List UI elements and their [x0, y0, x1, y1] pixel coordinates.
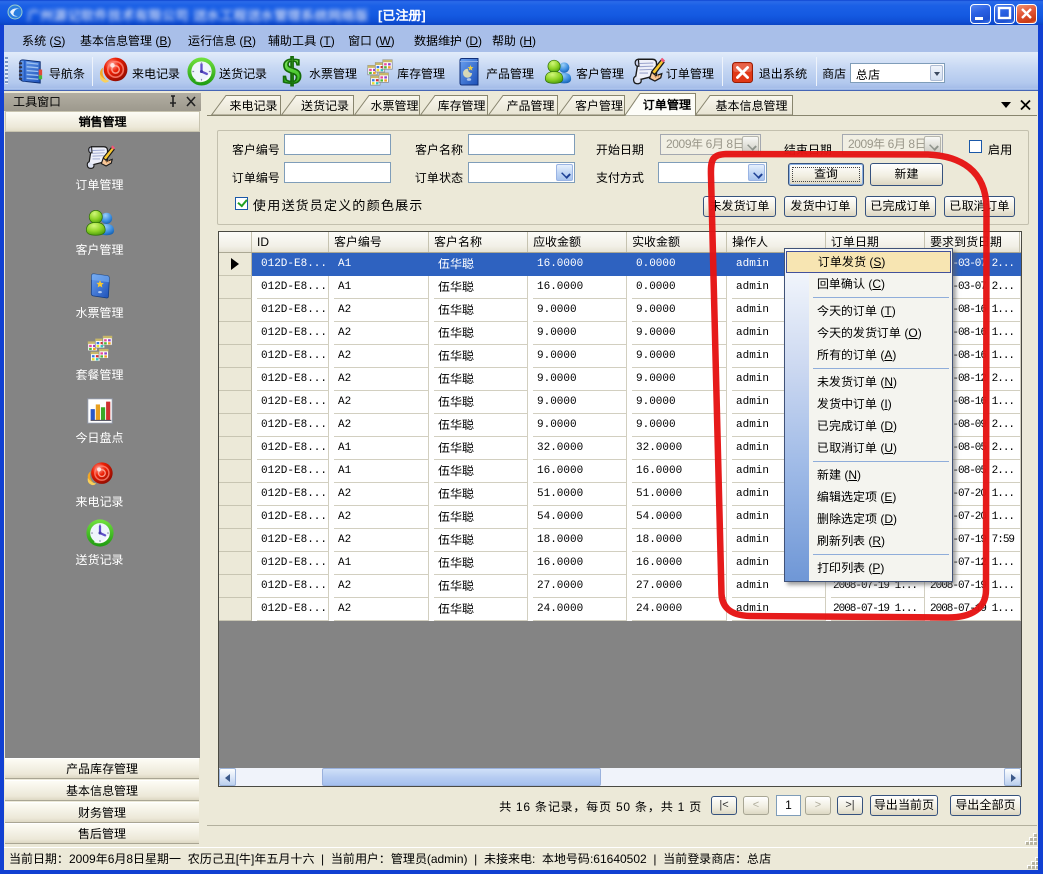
svg-text:$: $: [282, 54, 301, 88]
svg-text:基本信息管理: 基本信息管理: [715, 99, 787, 113]
svg-text:产品管理: 产品管理: [506, 99, 554, 113]
svg-text:订单管理: 订单管理: [642, 98, 691, 112]
svg-text:来电记录: 来电记录: [228, 99, 277, 113]
svg-text:库存管理: 库存管理: [437, 99, 485, 113]
svg-text:送货记录: 送货记录: [301, 99, 349, 113]
svg-text:水票管理: 水票管理: [370, 99, 418, 113]
svg-text:客户管理: 客户管理: [575, 99, 623, 113]
